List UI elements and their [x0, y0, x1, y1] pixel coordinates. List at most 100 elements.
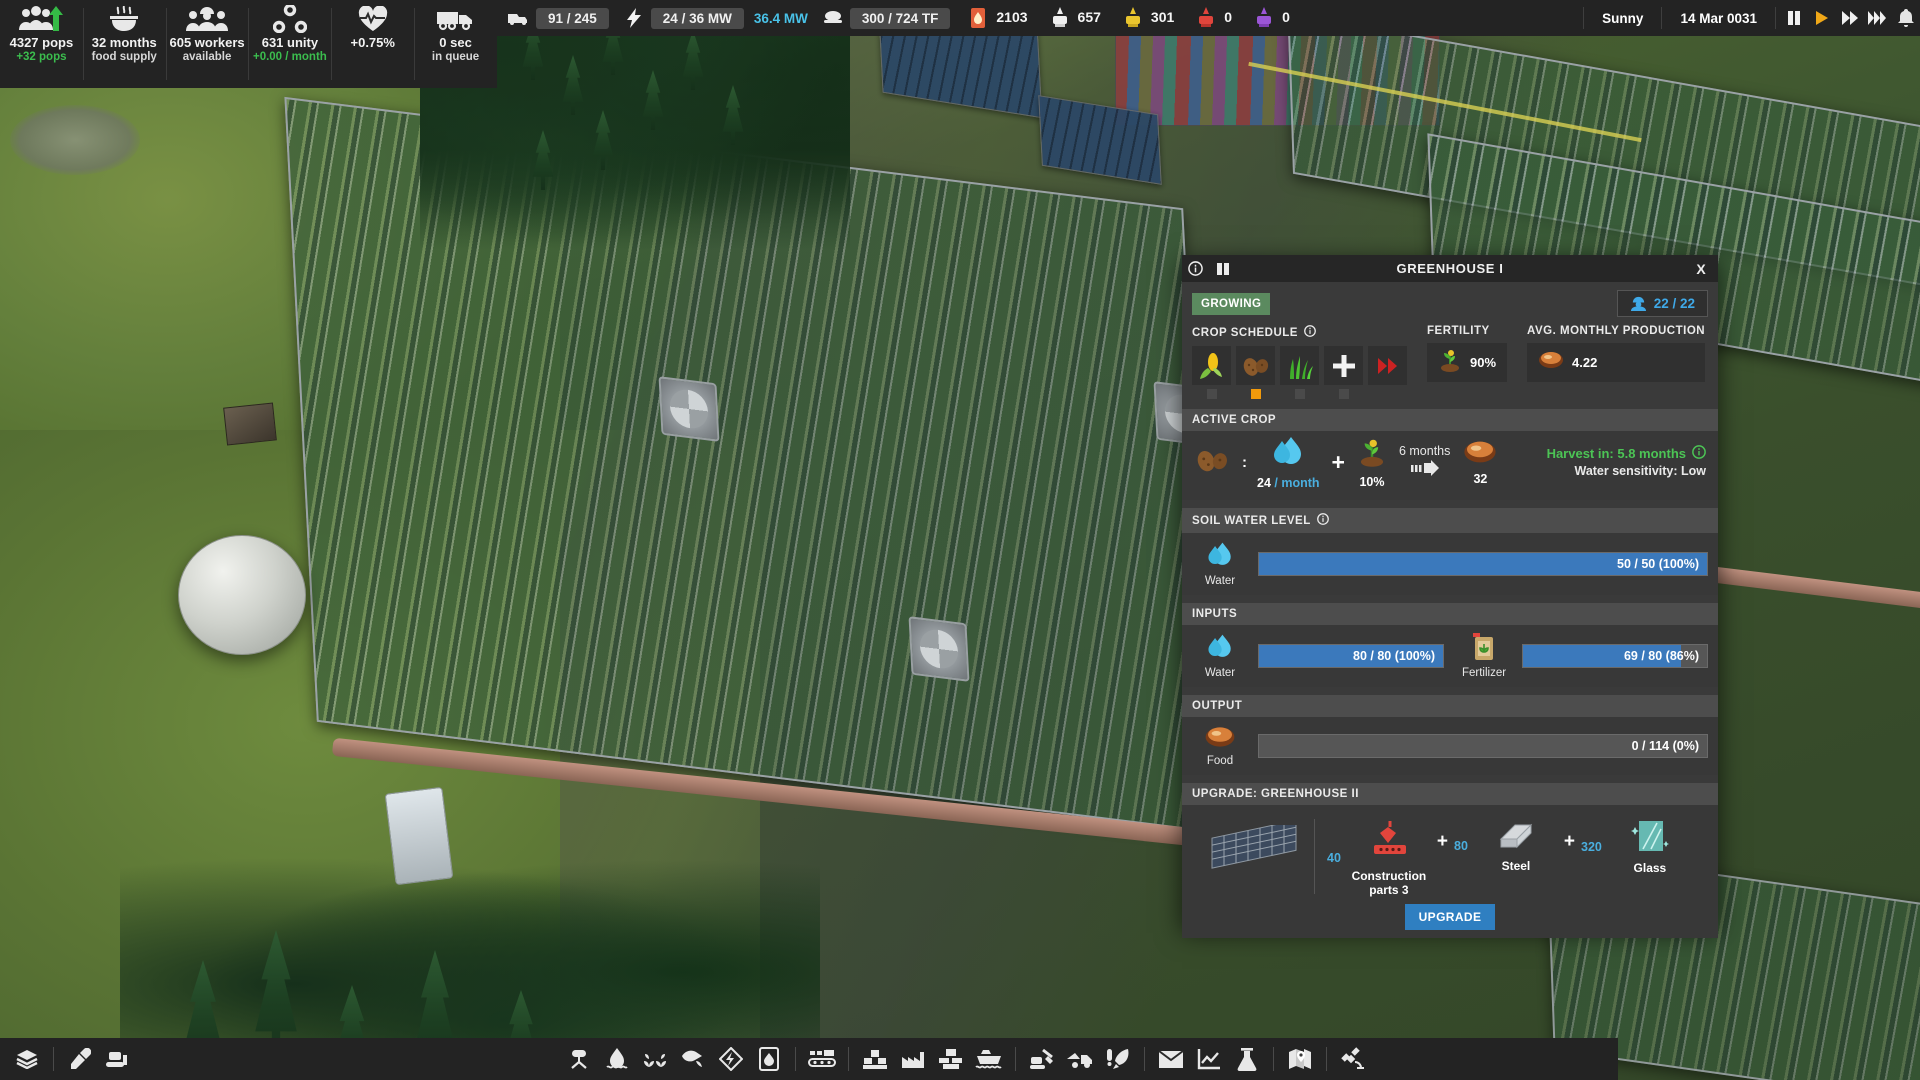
oil-tank-icon [759, 1047, 779, 1071]
port-button[interactable] [970, 1040, 1008, 1078]
crop-slot-potato[interactable] [1236, 346, 1275, 385]
chem-red-value: 0 [1224, 9, 1233, 25]
research-button[interactable] [1228, 1040, 1266, 1078]
info-circle-icon[interactable] [1316, 513, 1329, 528]
active-crop-water-value: 24 / month [1257, 476, 1320, 490]
soil-water-bar-text: 50 / 50 (100%) [1617, 557, 1699, 571]
excavator-button[interactable] [1023, 1040, 1061, 1078]
food-bowl-icon [107, 4, 141, 34]
upgrade-body: 40 Construction parts 3 + 80 Steel + 320… [1182, 805, 1718, 938]
cost-steel: 80 Steel [1454, 819, 1558, 874]
stat-queue[interactable]: 0 sec in queue [414, 0, 497, 88]
stat-workers[interactable]: 605 workers available [165, 0, 249, 88]
input-water-bar-text: 80 / 80 (100%) [1353, 649, 1435, 663]
bell-icon[interactable] [1892, 0, 1920, 36]
active-crop-harvest-info: Harvest in: 5.8 months Water sensitivity… [1547, 445, 1706, 480]
food-value: 32 months [91, 35, 157, 50]
active-crop-yield: 32 [1462, 439, 1498, 486]
avg-production-value: 4.22 [1572, 355, 1598, 370]
satellite-button[interactable] [1334, 1040, 1372, 1078]
fertility-value: 90% [1470, 355, 1497, 370]
input-fertilizer: Fertilizer 69 / 80 (86%) [1456, 633, 1708, 679]
resource-pill-power[interactable]: 24 / 36 MW 36.4 MW [615, 0, 814, 36]
housing-button[interactable] [932, 1040, 970, 1078]
ship-icon [975, 1050, 1002, 1069]
upgrade-button[interactable]: UPGRADE [1404, 903, 1496, 930]
cost-glass: 320 Glass [1581, 819, 1692, 876]
chemical-purple-icon [1252, 7, 1276, 29]
conveyor-icon [808, 1050, 836, 1067]
play-button[interactable] [1808, 0, 1836, 36]
rocket-icon [1107, 1049, 1129, 1069]
factory-button[interactable] [894, 1040, 932, 1078]
resource-pill-compute[interactable]: 300 / 724 TF [814, 0, 957, 36]
satellite-icon [1341, 1047, 1364, 1069]
crop-slot-skip[interactable] [1368, 346, 1407, 385]
fertility-label: FERTILITY [1427, 325, 1490, 337]
output-header: OUTPUT [1182, 695, 1718, 717]
info-circle-icon[interactable] [1182, 255, 1209, 282]
mining-truck-button[interactable] [1061, 1040, 1099, 1078]
fast-forward-button[interactable] [1836, 0, 1864, 36]
active-crop-header: ACTIVE CROP [1182, 409, 1718, 431]
crop-slot-corn[interactable] [1192, 346, 1231, 385]
pause-building-button[interactable] [1209, 255, 1236, 282]
resource-pill-trucks[interactable]: 91 / 245 [500, 0, 615, 36]
bottom-toolbar [0, 1038, 1618, 1080]
cost-construction-parts-amount: 40 [1327, 851, 1341, 866]
extraction-button[interactable] [560, 1040, 598, 1078]
bulldozer-button[interactable] [99, 1040, 137, 1078]
resource-chem-red[interactable]: 0 [1184, 0, 1242, 36]
eyedropper-button[interactable] [61, 1040, 99, 1078]
stat-unity[interactable]: 631 unity +0.00 / month [248, 0, 331, 88]
duration-label: 6 months [1398, 444, 1451, 458]
water-drop-icon [1205, 541, 1235, 574]
resource-chem-purple[interactable]: 0 [1242, 0, 1300, 36]
cost-steel-name: Steel [1501, 859, 1531, 873]
info-circle-icon[interactable] [1692, 445, 1706, 462]
water-button[interactable] [598, 1040, 636, 1078]
statistics-button[interactable] [1190, 1040, 1228, 1078]
crop-slot-grass[interactable] [1280, 346, 1319, 385]
info-circle-icon[interactable] [1304, 325, 1316, 340]
truck-icon [506, 11, 532, 25]
coolant-container [384, 786, 454, 886]
crop-slot-add[interactable] [1324, 346, 1363, 385]
power-button[interactable] [712, 1040, 750, 1078]
resource-oil[interactable]: 2103 [956, 0, 1037, 36]
mail-button[interactable] [1152, 1040, 1190, 1078]
very-fast-forward-button[interactable] [1864, 0, 1892, 36]
farming-button[interactable] [636, 1040, 674, 1078]
stat-health[interactable]: +0.75% [331, 0, 414, 88]
panel-header: GREENHOUSE I X [1182, 255, 1718, 282]
stat-population[interactable]: 4327 pops +32 pops [0, 0, 83, 88]
storage-button[interactable] [856, 1040, 894, 1078]
workers-indicator[interactable]: 22 / 22 [1616, 290, 1708, 317]
input-fertilizer-resource: Fertilizer [1456, 633, 1512, 679]
construction-parts-icon [1368, 819, 1410, 868]
upgrade-label: UPGRADE: GREENHOUSE II [1192, 788, 1359, 800]
stat-food[interactable]: 32 months food supply [82, 0, 166, 88]
close-button[interactable]: X [1684, 255, 1718, 282]
cost-plus-1: + [1436, 831, 1449, 852]
input-fertilizer-bar-text: 69 / 80 (86%) [1623, 649, 1699, 663]
mine-truck-icon [1067, 1053, 1092, 1068]
building-info-panel[interactable]: GREENHOUSE I X GROWING 22 / 22 CROP SCHE… [1182, 255, 1718, 938]
resource-chem-yellow[interactable]: 301 [1111, 0, 1184, 36]
weather-label: Sunny [1602, 10, 1644, 26]
active-crop-water: 24 / month [1257, 435, 1320, 490]
conveyor-button[interactable] [803, 1040, 841, 1078]
map-button[interactable] [1281, 1040, 1319, 1078]
potato-icon [1194, 445, 1232, 480]
cost-glass-name: Glass [1633, 861, 1667, 875]
oil-button[interactable] [750, 1040, 788, 1078]
status-badge: GROWING [1192, 292, 1271, 315]
rocket-button[interactable] [1099, 1040, 1137, 1078]
resource-chem-white[interactable]: 657 [1038, 0, 1111, 36]
workers-icon [185, 4, 229, 34]
layers-button[interactable] [8, 1040, 46, 1078]
input-water-name: Water [1204, 667, 1236, 679]
pouring-button[interactable] [674, 1040, 712, 1078]
oil-value: 2103 [996, 9, 1028, 25]
pause-button[interactable] [1780, 0, 1808, 36]
